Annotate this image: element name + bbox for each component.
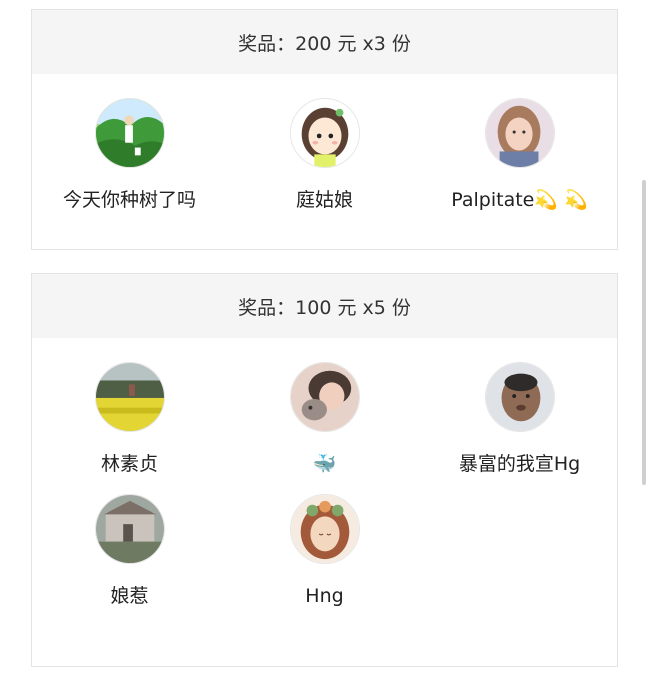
prize-label: 奖品：200 元 x3 份 [238, 32, 411, 55]
winner-item[interactable]: Hng [227, 493, 422, 608]
prize-label: 奖品：100 元 x5 份 [238, 296, 411, 319]
floral-girl-illustration-avatar [289, 493, 360, 564]
tree-planting-avatar [94, 98, 165, 168]
winner-item[interactable]: 暴富的我宣Hg [422, 362, 617, 476]
prize-tier-header: 奖品：200 元 x3 份 [32, 10, 617, 74]
house-ruins-avatar [94, 493, 165, 564]
woman-portrait-avatar [484, 98, 555, 168]
prize-tier-card-200: 奖品：200 元 x3 份 今天你种树了吗 庭姑娘 Palpitate💫 💫 [31, 9, 618, 250]
winner-name: Hng [305, 584, 344, 607]
winner-name: 今天你种树了吗 [62, 189, 196, 211]
winner-item[interactable]: 庭姑娘 [227, 98, 422, 212]
cartoon-girl-avatar [289, 98, 360, 168]
prize-tier-card-100: 奖品：100 元 x5 份 林素贞 🐳 暴富的我宣Hg 娘惹 Hng [31, 273, 618, 667]
winner-name: Palpitate💫 💫 [451, 189, 588, 211]
winner-name: 🐳 [312, 453, 337, 475]
winner-item[interactable]: 今天你种树了吗 [32, 98, 227, 212]
winner-name: 林素贞 [100, 453, 158, 475]
prize-tier-header: 奖品：100 元 x5 份 [32, 274, 617, 338]
girl-with-cat-avatar [289, 362, 360, 432]
scrollbar[interactable] [642, 180, 646, 485]
winner-item[interactable]: 娘惹 [32, 493, 227, 608]
winner-name: 暴富的我宣Hg [458, 453, 581, 475]
chubby-kid-avatar [484, 362, 555, 432]
winner-name: 娘惹 [110, 584, 149, 607]
winner-item[interactable]: Palpitate💫 💫 [422, 98, 617, 212]
winner-name: 庭姑娘 [295, 189, 353, 211]
winner-item[interactable]: 林素贞 [32, 362, 227, 476]
flower-field-avatar [94, 362, 165, 432]
winner-item[interactable]: 🐳 [227, 362, 422, 476]
